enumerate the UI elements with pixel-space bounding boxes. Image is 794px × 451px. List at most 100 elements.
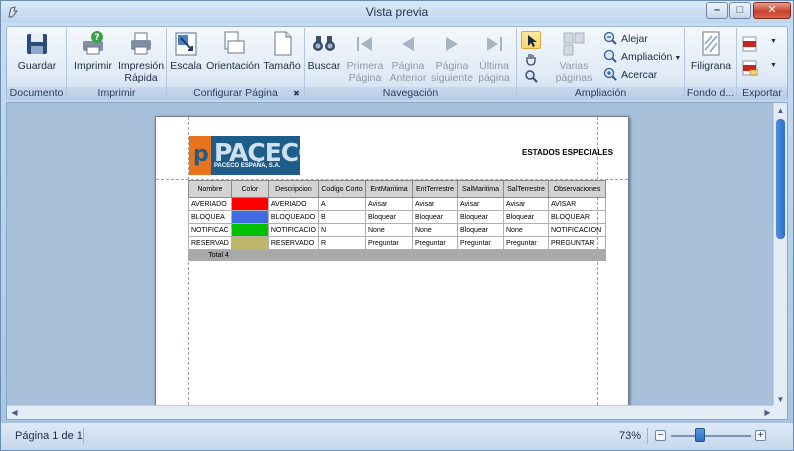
quick-print-button[interactable]: Impresión Rápida <box>118 30 164 86</box>
cell-ent-maritima: Avisar <box>365 197 413 211</box>
multiple-pages-label: Varias páginas <box>555 60 593 84</box>
maximize-icon: □ <box>736 4 744 16</box>
quick-print-label: Impresión Rápida <box>118 60 165 84</box>
email-pdf-button[interactable]: ▼ <box>742 60 782 78</box>
zoom-in-label: Acercar <box>621 69 658 81</box>
save-button[interactable]: Guardar <box>11 30 63 86</box>
zoom-out-label: Alejar <box>621 33 648 45</box>
vertical-scroll-thumb[interactable] <box>776 119 785 239</box>
horizontal-scrollbar[interactable]: ◀ ▶ <box>7 405 775 419</box>
zoom-decrease-button[interactable]: − <box>655 430 666 441</box>
export-pdf-button[interactable]: ▼ <box>742 36 782 54</box>
page-size-icon <box>274 31 292 56</box>
company-logo: p PACECO PACECO ESPAÑA, S.A. <box>189 136 300 175</box>
scroll-left-arrow-icon[interactable]: ◀ <box>8 406 21 419</box>
status-separator <box>647 428 648 444</box>
search-label: Buscar <box>307 60 341 72</box>
group-label-fondo: Fondo d... <box>685 87 736 100</box>
last-page-label: Última página <box>478 60 510 84</box>
total-label: Total 4 <box>188 249 232 261</box>
column-header: EntMaritima <box>365 180 413 198</box>
zoom-slider-track[interactable] <box>671 435 751 437</box>
total-filler <box>230 249 607 261</box>
minus-icon: − <box>657 430 664 441</box>
status-bar: Página 1 de 1 73% − + <box>1 422 793 450</box>
cell-sal-terrestre: Bloquear <box>503 210 549 224</box>
scale-button[interactable]: Escala <box>169 30 203 86</box>
zoom-out-button[interactable]: Alejar <box>603 31 648 48</box>
group-fondo: Filigrana Fondo d... <box>685 28 737 100</box>
cell-sal-maritima: Preguntar <box>457 236 504 250</box>
print-preview-window: Vista previa – □ ✕ Guardar Documento ? I… <box>0 0 794 451</box>
column-header: Descripcion <box>267 180 320 198</box>
group-exportar: ▼ ▼ Exportar <box>737 28 787 100</box>
minimize-button[interactable]: – <box>706 2 728 19</box>
pointer-tool-button[interactable] <box>521 31 541 49</box>
quick-print-icon <box>131 32 151 55</box>
column-header: SalTerrestre <box>503 180 549 198</box>
group-documento: Guardar Documento <box>7 28 67 100</box>
orientation-button[interactable]: Orientación <box>204 30 262 86</box>
zoom-dropdown-button[interactable]: Ampliación ▼ <box>603 49 681 66</box>
hand-tool-icon[interactable] <box>524 52 538 66</box>
group-label-exportar: Exportar <box>737 87 787 100</box>
last-page-button[interactable]: Última página <box>475 30 513 86</box>
next-page-label: Página siguiente <box>431 60 474 84</box>
plus-icon: + <box>757 430 764 441</box>
save-icon <box>27 34 47 54</box>
cell-codigo-corto: A <box>318 197 366 211</box>
zoom-in-icon <box>603 67 617 81</box>
page-indicator: Página 1 de 1 <box>15 430 83 442</box>
zoom-level: 73% <box>619 430 642 442</box>
multiple-pages-button[interactable]: Varias páginas <box>547 30 601 86</box>
watermark-button[interactable]: Filigrana <box>687 30 735 86</box>
cell-ent-terrestre: Preguntar <box>412 236 458 250</box>
pdf-export-icon <box>742 36 757 52</box>
report-table: Nombre Color Descripcion Codigo Corto En… <box>188 180 607 261</box>
zoom-increase-button[interactable]: + <box>755 430 766 441</box>
zoom-slider-thumb[interactable] <box>695 428 706 442</box>
maximize-button[interactable]: □ <box>729 2 751 19</box>
column-header: Nombre <box>188 180 232 198</box>
group-label-imprimir: Imprimir <box>67 87 166 100</box>
zoom-in-button[interactable]: Acercar <box>603 67 657 84</box>
cell-nombre: AVERIADO <box>188 197 232 211</box>
cell-ent-maritima: None <box>365 223 413 237</box>
print-button[interactable]: ? Imprimir <box>70 30 116 86</box>
next-page-button[interactable]: Página siguiente <box>431 30 473 86</box>
preview-area[interactable]: p PACECO PACECO ESPAÑA, S.A. ESTADOS ESP… <box>6 102 788 420</box>
cell-nombre: RESERVAD <box>188 236 232 250</box>
previous-page-button[interactable]: Página Anterior <box>388 30 428 86</box>
scroll-up-arrow-icon[interactable]: ▲ <box>774 104 787 117</box>
right-margin-guide <box>597 117 598 415</box>
cell-sal-maritima: Avisar <box>457 197 504 211</box>
previous-page-icon <box>402 37 414 51</box>
total-row: Total 4 <box>188 249 607 261</box>
cell-descripcion: AVERIADO <box>267 197 320 211</box>
next-page-icon <box>446 37 458 51</box>
vertical-scrollbar[interactable]: ▲ ▼ <box>773 103 787 407</box>
close-icon: ✕ <box>767 4 777 16</box>
cell-nombre: BLOQUEA <box>188 210 232 224</box>
cell-sal-maritima: Bloquear <box>457 223 504 237</box>
group-configurar-pagina: Escala Orientación Tamaño Configurar Pág… <box>167 28 305 100</box>
previous-page-label: Página Anterior <box>389 60 427 84</box>
page-size-button[interactable]: Tamaño <box>263 30 301 86</box>
orientation-icon <box>224 31 245 54</box>
close-button[interactable]: ✕ <box>753 2 791 19</box>
save-label: Guardar <box>17 60 57 72</box>
logo-letter: p <box>193 142 209 167</box>
minimize-icon: – <box>713 4 721 16</box>
last-page-icon <box>487 37 502 51</box>
first-page-button[interactable]: Primera Página <box>345 30 385 86</box>
magnifier-tool-icon[interactable] <box>524 69 538 83</box>
first-page-label: Primera Página <box>346 60 384 84</box>
search-button[interactable]: Buscar <box>307 30 341 86</box>
cell-ent-maritima: Bloquear <box>365 210 413 224</box>
page-setup-launcher[interactable]: ✖ <box>292 89 301 98</box>
group-ampliacion: Varias páginas Alejar Ampliación ▼ Acerc… <box>517 28 685 100</box>
group-label-configurar-pagina: Configurar Página <box>167 87 304 100</box>
cell-color-swatch <box>230 210 269 224</box>
scale-icon <box>175 32 197 56</box>
cell-color-swatch <box>230 197 269 211</box>
